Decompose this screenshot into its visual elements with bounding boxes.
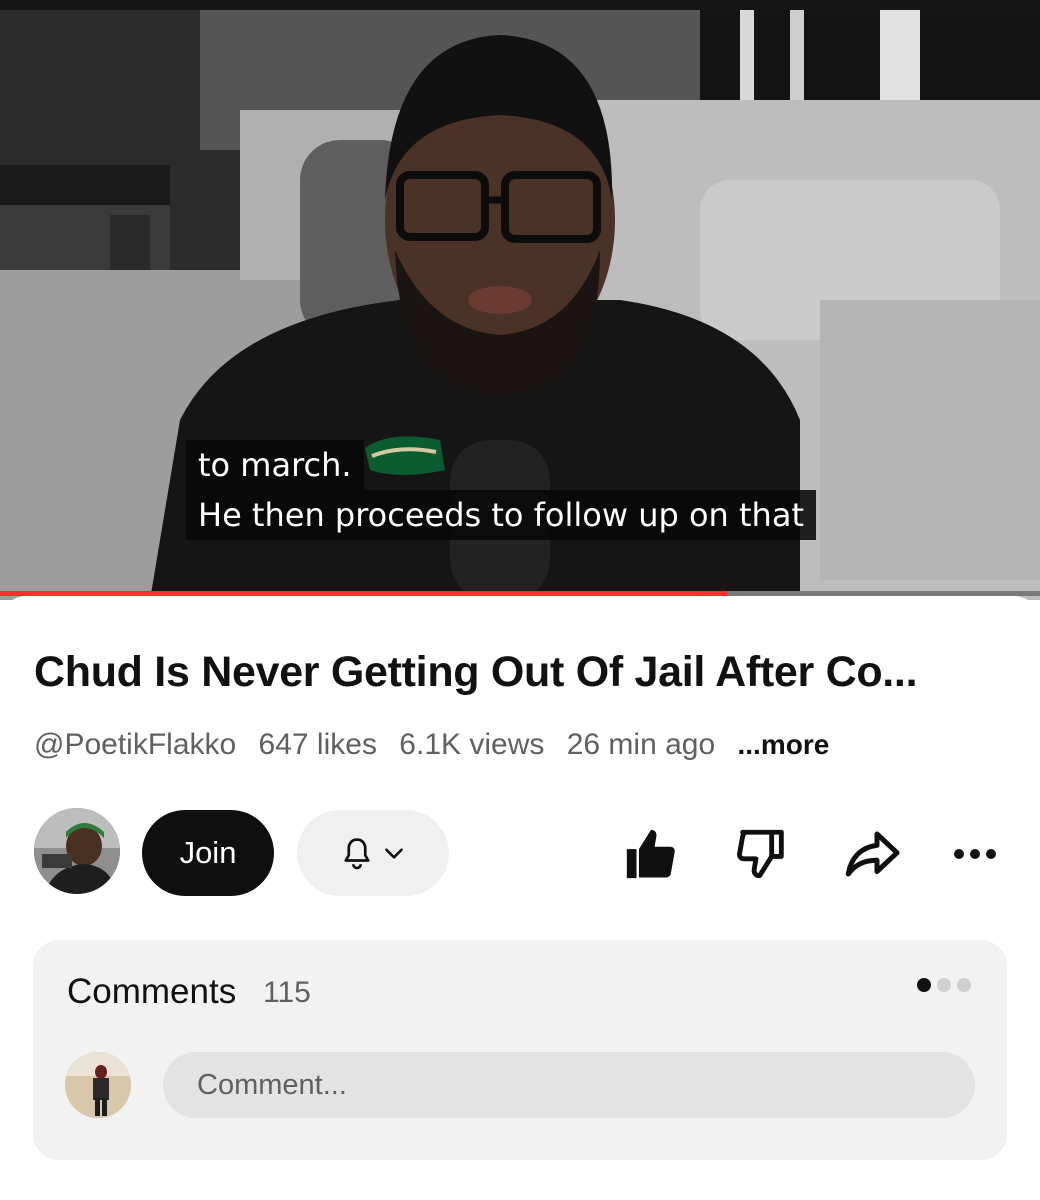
avatar-image	[34, 808, 120, 894]
comments-pager	[917, 978, 971, 992]
action-bar: Join	[0, 808, 1040, 898]
video-details: Chud Is Never Getting Out Of Jail After …	[0, 596, 1040, 1200]
caption-line-1: to march.	[186, 440, 364, 490]
view-count: 6.1K views	[399, 728, 545, 761]
comments-count: 115	[263, 976, 311, 1009]
subscription-bell-button[interactable]	[297, 810, 449, 896]
status-strip	[0, 0, 1040, 10]
dislike-button[interactable]	[732, 824, 792, 884]
join-button[interactable]: Join	[142, 810, 274, 896]
share-button[interactable]	[842, 824, 902, 884]
share-icon	[845, 831, 900, 877]
comments-title: Comments	[67, 972, 237, 1011]
channel-avatar[interactable]	[34, 808, 120, 894]
upload-age: 26 min ago	[566, 728, 716, 761]
thumbs-up-icon	[626, 829, 675, 879]
more-icon	[954, 849, 996, 859]
caption-line-2: He then proceeds to follow up on that	[186, 490, 816, 540]
more-link[interactable]: ...more	[738, 729, 830, 760]
like-button[interactable]	[621, 824, 681, 884]
more-options-button[interactable]	[946, 824, 1006, 884]
bell-icon	[344, 838, 370, 870]
comment-input[interactable]: Comment...	[163, 1052, 975, 1118]
video-meta[interactable]: @PoetikFlakko 647 likes 6.1K views 26 mi…	[34, 728, 843, 762]
thumbs-down-icon	[737, 829, 784, 879]
video-player[interactable]: to march. He then proceeds to follow up …	[0, 0, 1040, 600]
comments-panel[interactable]: Comments 115 Comment...	[33, 940, 1007, 1160]
pager-dot	[917, 978, 931, 992]
video-captions: to march. He then proceeds to follow up …	[186, 440, 816, 540]
like-count: 647 likes	[258, 728, 377, 761]
user-avatar	[65, 1052, 131, 1118]
video-title[interactable]: Chud Is Never Getting Out Of Jail After …	[34, 648, 1014, 697]
pager-dot	[957, 978, 971, 992]
channel-handle[interactable]: @PoetikFlakko	[34, 728, 236, 761]
pager-dot	[937, 978, 951, 992]
user-avatar-image	[65, 1052, 131, 1118]
chevron-down-icon	[385, 848, 403, 859]
